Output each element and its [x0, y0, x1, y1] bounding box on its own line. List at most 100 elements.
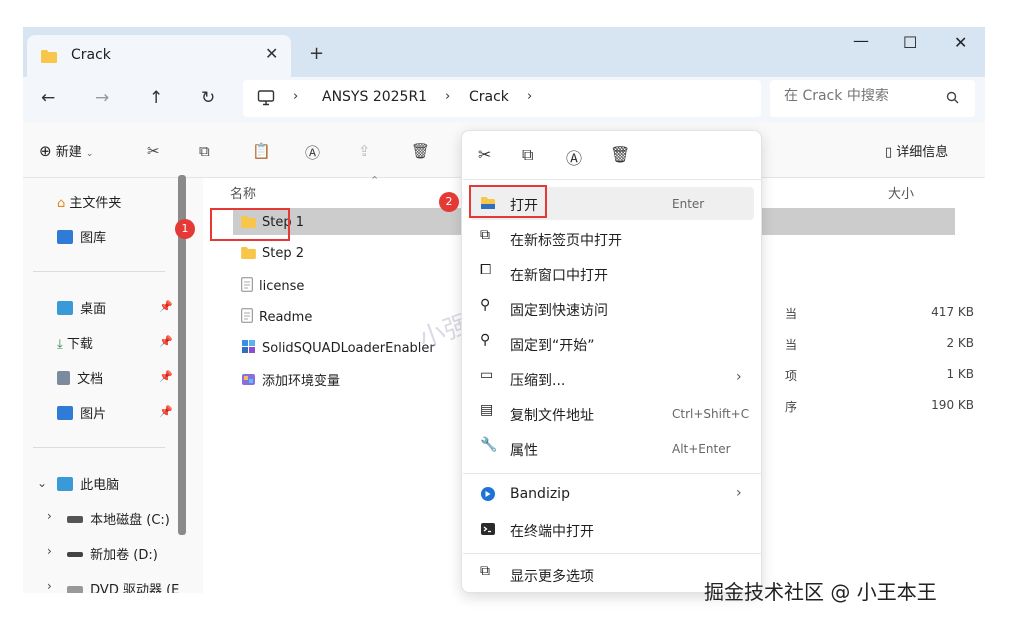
search-box[interactable]	[770, 80, 975, 117]
highlight-box-step1	[210, 208, 290, 241]
tab-title: Crack	[71, 47, 111, 63]
copy-icon[interactable]: ⧉	[199, 142, 210, 160]
navigation-pane: ⌂ 主文件夹 图库 桌面 📌 ⤓ 下载 📌 文档 📌 图片 📌 ⌄ 此电脑 › …	[23, 178, 188, 593]
file-type: 项	[785, 369, 798, 383]
documents-icon	[57, 371, 70, 385]
file-row-readme[interactable]: Readme	[241, 308, 312, 325]
address-bar[interactable]: › ANSYS 2025R1 › Crack ›	[243, 80, 761, 117]
refresh-button[interactable]: ↻	[201, 88, 215, 108]
share-icon[interactable]: ⇪	[358, 142, 371, 160]
file-type: 当	[785, 307, 798, 321]
file-row-step2[interactable]: Step 2	[241, 246, 304, 261]
search-input[interactable]	[784, 88, 944, 104]
rename-icon[interactable]: Ⓐ	[566, 145, 582, 169]
folder-icon	[241, 247, 256, 259]
menu-item-copy-path[interactable]: ▤ 复制文件地址 Ctrl+Shift+C	[470, 397, 754, 430]
menu-item-label: 在终端中打开	[510, 524, 594, 540]
menu-item-pin-quick-access[interactable]: ⚲ 固定到快速访问	[470, 292, 754, 325]
file-row-loader[interactable]: SolidSQUADLoaderEnabler	[241, 339, 435, 356]
home-icon: ⌂	[57, 196, 66, 211]
menu-item-label: 固定到“开始”	[510, 338, 595, 354]
file-row-license[interactable]: license	[241, 277, 304, 294]
sidebar-item-label: 图片	[80, 407, 107, 422]
chevron-down-icon: ⌄	[85, 149, 94, 159]
chevron-right-icon[interactable]: ›	[47, 509, 52, 523]
up-button[interactable]: ↑	[149, 88, 163, 108]
sidebar-item-label: 下载	[66, 337, 93, 352]
breadcrumb-ansys[interactable]: ANSYS 2025R1	[322, 89, 427, 105]
file-row-env[interactable]: 添加环境变量	[241, 370, 340, 389]
chevron-right-icon: ›	[736, 485, 742, 501]
pin-icon: ⚲	[480, 332, 491, 348]
menu-item-properties[interactable]: 🔧 属性 Alt+Enter	[470, 432, 754, 465]
sidebar-item-drive-d[interactable]: 新加卷 (D:)	[67, 544, 158, 563]
menu-item-pin-start[interactable]: ⚲ 固定到“开始”	[470, 327, 754, 360]
divider	[463, 553, 762, 554]
minimize-button[interactable]: —	[853, 31, 869, 50]
sidebar-item-downloads[interactable]: ⤓ 下载	[57, 333, 93, 352]
close-window-button[interactable]: ✕	[954, 33, 967, 52]
sidebar-item-desktop[interactable]: 桌面	[57, 298, 106, 317]
menu-item-bandizip[interactable]: Bandizip ›	[470, 478, 754, 511]
copy-path-icon: ▤	[480, 402, 494, 418]
chevron-down-icon[interactable]: ⌄	[37, 476, 47, 490]
file-size: 190 KB	[931, 398, 974, 412]
highlight-box-open	[469, 185, 547, 218]
menu-item-label: 在新窗口中打开	[510, 268, 608, 284]
breadcrumb-separator: ›	[445, 89, 451, 104]
new-tab-icon: ⧉	[480, 227, 490, 243]
address-row: ← → ↑ ↻ › ANSYS 2025R1 › Crack ›	[23, 77, 985, 122]
desktop-icon	[57, 301, 73, 315]
rename-icon[interactable]: Ⓐ	[305, 142, 320, 163]
maximize-button[interactable]: ☐	[903, 33, 917, 52]
sidebar-item-drive-c[interactable]: 本地磁盘 (C:)	[67, 509, 170, 528]
menu-item-open-new-tab[interactable]: ⧉ 在新标签页中打开	[470, 222, 754, 255]
divider	[33, 271, 165, 272]
divider	[33, 447, 165, 448]
wrench-icon: 🔧	[480, 437, 498, 453]
menu-item-shortcut: Enter	[672, 197, 705, 211]
pin-icon: 📌	[159, 300, 173, 313]
sidebar-item-label: 新加卷 (D:)	[90, 548, 158, 563]
delete-icon[interactable]: 🗑	[411, 142, 430, 160]
details-button[interactable]: ▯ 详细信息	[885, 141, 948, 160]
sidebar-item-pictures[interactable]: 图片	[57, 403, 106, 422]
new-tab-button[interactable]: +	[309, 43, 324, 64]
sidebar-item-dvd-drive[interactable]: DVD 驱动器 (E	[67, 579, 179, 593]
file-type: 序	[785, 400, 798, 414]
column-header-size[interactable]: 大小	[888, 183, 914, 202]
tab-close-icon[interactable]: ✕	[265, 44, 278, 63]
sidebar-item-documents[interactable]: 文档	[57, 368, 103, 387]
copy-icon[interactable]: ⧉	[522, 145, 533, 165]
details-pane-icon: ▯	[885, 145, 893, 160]
sidebar-item-home[interactable]: ⌂ 主文件夹	[57, 192, 121, 211]
cut-icon[interactable]: ✂	[147, 142, 160, 160]
menu-item-label: 在新标签页中打开	[510, 233, 622, 249]
cut-icon[interactable]: ✂	[478, 145, 491, 164]
plus-circle-icon: ⊕	[39, 142, 52, 160]
back-button[interactable]: ←	[41, 88, 55, 108]
sidebar-item-this-pc[interactable]: 此电脑	[57, 474, 119, 493]
sidebar-item-gallery[interactable]: 图库	[57, 227, 106, 246]
menu-item-open-new-window[interactable]: ⧠ 在新窗口中打开	[470, 257, 754, 290]
delete-icon[interactable]: 🗑	[610, 145, 630, 164]
archive-icon: ▭	[480, 367, 494, 383]
folder-icon	[41, 50, 57, 63]
download-icon: ⤓	[57, 337, 63, 352]
paste-icon[interactable]: 📋	[252, 142, 271, 160]
forward-button[interactable]: →	[95, 88, 109, 108]
terminal-icon	[481, 523, 495, 535]
menu-item-compress[interactable]: ▭ 压缩到... ›	[470, 362, 754, 395]
file-name: Step 2	[262, 246, 305, 261]
sidebar-item-label: 本地磁盘 (C:)	[90, 513, 170, 528]
divider	[463, 473, 762, 474]
chevron-right-icon[interactable]: ›	[47, 579, 52, 593]
column-header-name[interactable]: 名称	[230, 183, 256, 202]
menu-item-open-terminal[interactable]: 在终端中打开	[470, 513, 754, 546]
breadcrumb-crack[interactable]: Crack	[469, 89, 509, 105]
text-file-icon	[241, 308, 253, 323]
chevron-right-icon[interactable]: ›	[47, 544, 52, 558]
file-size: 417 KB	[931, 305, 974, 319]
new-button[interactable]: ⊕ 新建 ⌄	[39, 141, 93, 160]
tab-crack[interactable]: Crack ✕	[27, 35, 291, 77]
